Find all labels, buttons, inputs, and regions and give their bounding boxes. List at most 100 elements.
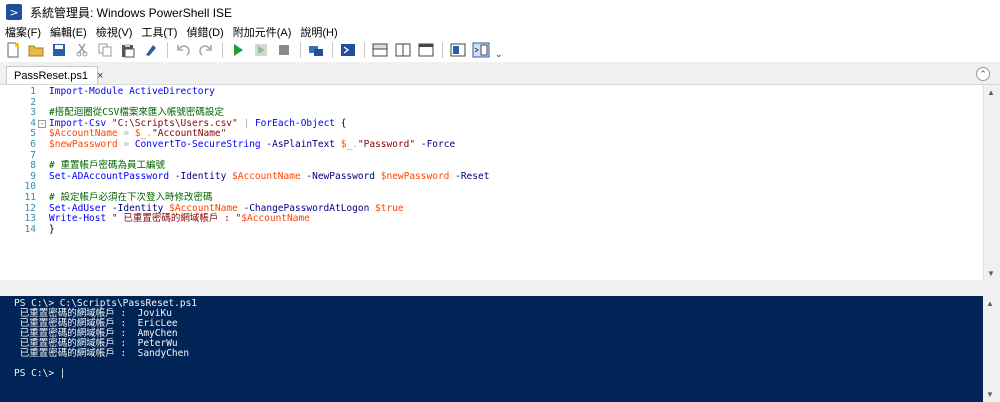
tab-label: PassReset.ps1 — [14, 70, 88, 82]
run-selection-icon[interactable] — [252, 41, 270, 59]
toolbar-separator — [167, 42, 168, 58]
code-token: $_ — [340, 138, 353, 150]
code-token: Set-AdUser — [49, 202, 107, 214]
code-token: -NewPassword — [300, 170, 381, 182]
new-file-icon[interactable] — [4, 41, 22, 59]
cut-icon[interactable] — [73, 41, 91, 59]
code-line: Import-Module ActiveDirectory — [49, 86, 489, 98]
line-number: 14 — [24, 223, 36, 235]
powershell-console-icon[interactable] — [339, 41, 357, 59]
title-bar: > 系統管理員: Windows PowerShell ISE — [0, 0, 1000, 24]
pane-splitter[interactable] — [0, 280, 1000, 296]
line-number-gutter: 1 2 3 4 5 6 7 8 9 10 11 12 13 14 — [0, 86, 36, 235]
scroll-up-icon[interactable]: ▲ — [987, 88, 995, 97]
code-token: $true — [375, 202, 404, 214]
close-icon[interactable]: × — [97, 70, 103, 82]
code-token: -Identity — [106, 202, 170, 214]
code-line: $newPassword = ConvertTo-SecureString -A… — [49, 138, 489, 151]
paste-icon[interactable] — [119, 41, 137, 59]
code-token: # 設定帳戶必須在下次登入時修改密碼 — [49, 191, 213, 203]
menu-edit[interactable]: 編輯(E) — [45, 24, 91, 40]
menu-tools[interactable]: 工具(T) — [136, 24, 181, 40]
code-token: -Identity — [169, 170, 233, 182]
undo-icon[interactable] — [174, 41, 192, 59]
code-token: ForEach-Object — [254, 117, 336, 129]
window-title: 系統管理員: Windows PowerShell ISE — [30, 5, 233, 20]
powershell-ise-icon: > — [6, 4, 22, 20]
run-icon[interactable] — [229, 41, 247, 59]
code-token: $AccountName — [232, 170, 301, 182]
menu-debug[interactable]: 偵錯(D) — [181, 24, 227, 40]
console-line: PS C:\> | — [14, 368, 66, 379]
save-icon[interactable] — [50, 41, 68, 59]
menu-file[interactable]: 檔案(F) — [0, 24, 45, 40]
code-token: | — [237, 117, 255, 129]
code-line: Set-ADAccountPassword -Identity $Account… — [49, 170, 490, 183]
code-token: { — [335, 117, 347, 129]
script-pane-max-icon[interactable] — [417, 41, 435, 59]
code-token: = — [117, 128, 135, 140]
menu-view[interactable]: 檢視(V) — [91, 24, 137, 40]
remote-powershell-icon[interactable] — [307, 41, 325, 59]
menu-help[interactable]: 說明(H) — [295, 24, 341, 40]
code-token: Write-Host — [49, 213, 107, 225]
code-token: } — [49, 223, 55, 235]
tab-strip: PassReset.ps1 × ⌃ — [0, 62, 1000, 85]
stop-icon[interactable] — [275, 41, 293, 59]
script-pane-right-icon[interactable] — [394, 41, 412, 59]
line-number: 6 — [30, 138, 36, 150]
code-token: -Force — [415, 138, 456, 150]
console-pane[interactable]: PS C:\> C:\Scripts\PassReset.ps1 已重置密碼的網… — [0, 296, 1000, 402]
code-token: "Password" — [357, 138, 416, 150]
editor-scrollbar[interactable]: ▲ ▼ — [983, 85, 1000, 281]
code-token: $newPassword — [380, 170, 450, 182]
line-number: 1 — [30, 86, 36, 97]
scroll-down-icon[interactable]: ▼ — [986, 390, 994, 399]
code-line: Write-Host " 已重置密碼的網域帳戶 : "$AccountName — [49, 213, 489, 225]
toolbar-overflow-icon[interactable]: ⌄ — [495, 49, 503, 60]
code-token: $newPassword — [49, 138, 118, 150]
code-token: -Reset — [449, 170, 490, 182]
menu-bar: 檔案(F) 編輯(E) 檢視(V) 工具(T) 偵錯(D) 附加元件(A) 說明… — [0, 24, 1000, 40]
code-token: = — [117, 138, 135, 150]
open-folder-icon[interactable] — [27, 41, 45, 59]
console-line: 已重置密碼的網域帳戶 : SandyChen — [14, 348, 190, 359]
toolbar-separator — [300, 42, 301, 58]
script-editor[interactable]: 1 2 3 4 5 6 7 8 9 10 11 12 13 14 - Import-Module Acti… — [0, 84, 1000, 281]
collapse-script-pane-icon[interactable]: ⌃ — [976, 67, 990, 81]
script-pane-top-icon[interactable] — [371, 41, 389, 59]
show-command-icon[interactable] — [449, 41, 467, 59]
fold-toggle-icon[interactable]: - — [38, 120, 46, 128]
clear-console-icon[interactable] — [142, 41, 160, 59]
menu-addons[interactable]: 附加元件(A) — [228, 24, 296, 40]
code-token: Import-Csv — [49, 117, 112, 129]
code-token: $AccountName — [169, 202, 238, 214]
scroll-up-icon[interactable]: ▲ — [986, 299, 994, 308]
code-token: -ChangePasswordAtLogon — [237, 202, 376, 214]
tab-passreset[interactable]: PassReset.ps1 × — [6, 66, 103, 85]
code-area[interactable]: Import-Module ActiveDirectory #搭配迴圈從CSV檔… — [49, 86, 490, 236]
toolbar-separator — [442, 42, 443, 58]
show-addon-icon[interactable] — [472, 41, 490, 59]
code-token: $AccountName — [241, 213, 310, 225]
redo-icon[interactable] — [197, 41, 215, 59]
toolbar: ⌄ — [0, 40, 1000, 60]
code-token: #搭配迴圈從CSV檔案來匯入帳號密碼設定 — [49, 107, 224, 119]
code-token: -AsPlainText — [260, 138, 341, 150]
code-token: $_ — [134, 128, 147, 140]
toolbar-separator — [332, 42, 333, 58]
line-number: 11 — [24, 191, 36, 203]
copy-icon[interactable] — [96, 41, 114, 59]
console-scrollbar[interactable]: ▲ ▼ — [983, 296, 1000, 402]
code-token: "C:\Scripts\Users.csv" — [111, 117, 238, 129]
scroll-down-icon[interactable]: ▼ — [987, 269, 995, 278]
code-token: Set-ADAccountPassword — [49, 170, 170, 182]
code-token: Import-Module ActiveDirectory — [49, 86, 215, 97]
toolbar-separator — [222, 42, 223, 58]
console-output[interactable]: PS C:\> C:\Scripts\PassReset.ps1 已重置密碼的網… — [14, 299, 197, 379]
code-line: } — [49, 223, 489, 236]
code-token: ConvertTo-SecureString — [134, 138, 261, 150]
code-token: " 已重置密碼的網域帳戶 : " — [106, 213, 242, 225]
code-token: "AccountName" — [152, 128, 227, 140]
code-token: $AccountName — [49, 128, 118, 140]
